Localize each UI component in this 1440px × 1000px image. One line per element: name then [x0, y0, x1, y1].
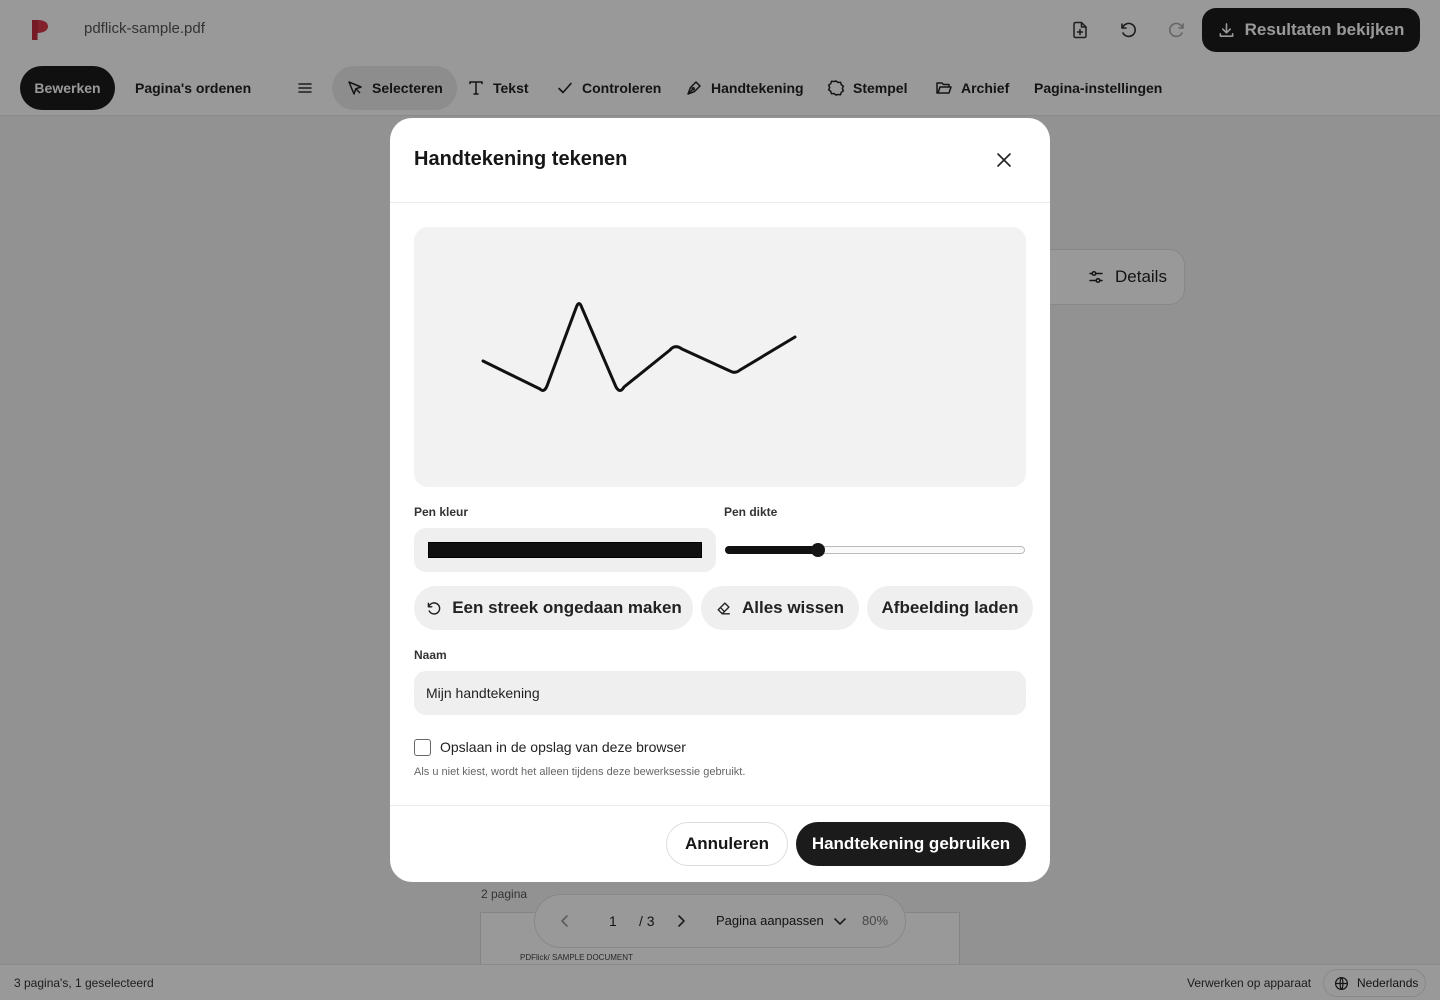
cancel-button[interactable]: Annuleren	[666, 822, 788, 866]
signature-canvas[interactable]	[414, 227, 1026, 487]
dialog-title: Handtekening tekenen	[414, 148, 628, 170]
signature-stroke	[481, 302, 797, 392]
name-label: Naam	[414, 648, 447, 662]
slider-fill	[725, 546, 818, 554]
load-image-label: Afbeelding laden	[881, 598, 1019, 617]
undo-icon	[425, 600, 442, 617]
load-image-button[interactable]: Afbeelding laden	[867, 586, 1033, 630]
undo-stroke-button[interactable]: Een streek ongedaan maken	[414, 586, 693, 630]
save-in-browser-label[interactable]: Opslaan in de opslag van deze browser	[440, 739, 686, 755]
pen-color-label: Pen kleur	[414, 505, 469, 519]
cancel-label: Annuleren	[684, 834, 770, 853]
slider-thumb[interactable]	[811, 543, 825, 557]
close-icon[interactable]	[990, 146, 1018, 174]
pen-color-picker[interactable]	[414, 528, 716, 572]
save-hint: Als u niet kiest, wordt het alleen tijde…	[414, 766, 746, 778]
save-in-browser-checkbox[interactable]	[414, 739, 431, 756]
draw-signature-dialog: Handtekening tekenen Pen kleur Pen dikte…	[390, 118, 1050, 882]
footer-divider	[390, 805, 1050, 806]
header-divider	[390, 202, 1050, 203]
use-signature-label: Handtekening gebruiken	[811, 834, 1011, 853]
undo-stroke-label: Een streek ongedaan maken	[452, 598, 682, 617]
clear-all-button[interactable]: Alles wissen	[701, 586, 859, 630]
pen-color-swatch	[428, 542, 702, 558]
pen-width-label: Pen dikte	[724, 505, 778, 519]
eraser-icon	[716, 600, 732, 616]
pen-width-slider[interactable]	[724, 539, 1026, 561]
use-signature-button[interactable]: Handtekening gebruiken	[796, 822, 1026, 866]
signature-name-input[interactable]	[414, 671, 1026, 715]
clear-all-label: Alles wissen	[741, 598, 845, 617]
